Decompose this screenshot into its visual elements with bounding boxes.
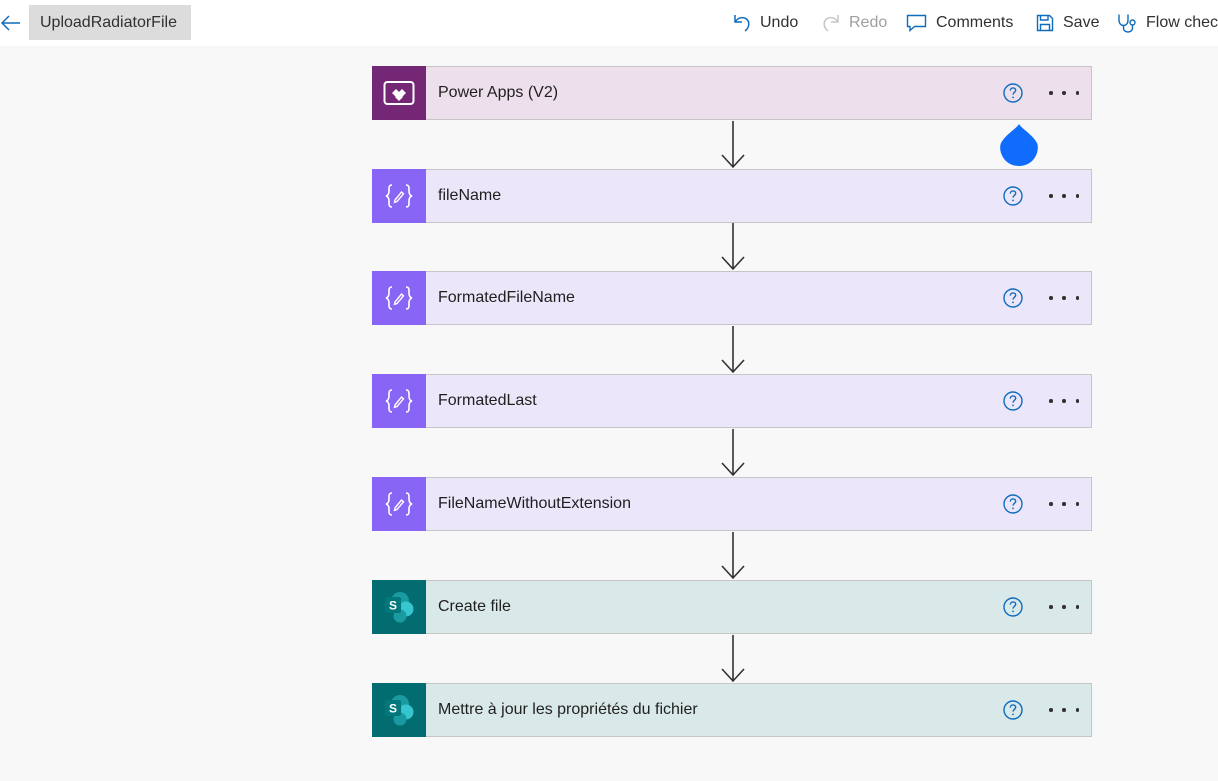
step-card-filenamewithoutextension[interactable]: FileNameWithoutExtension (372, 477, 1092, 531)
more-options-button[interactable] (1049, 390, 1079, 412)
stethoscope-icon (1118, 14, 1136, 33)
flow-checker-label: Flow checker (1146, 14, 1218, 31)
help-icon[interactable] (1002, 185, 1024, 207)
drag-drop-handle[interactable] (999, 122, 1039, 168)
flow-name-field[interactable]: UploadRadiatorFile (29, 5, 191, 40)
redo-button[interactable]: Redo (822, 11, 887, 35)
step-title: FileNameWithoutExtension (438, 495, 631, 512)
step-title: fileName (438, 187, 502, 204)
save-label: Save (1063, 14, 1100, 31)
variable-icon (372, 374, 426, 428)
command-bar: UploadRadiatorFile Undo Redo Comments Sa… (0, 0, 1218, 46)
sharepoint-icon: S (372, 580, 426, 634)
undo-icon (734, 15, 750, 32)
step-card-formatedlast[interactable]: FormatedLast (372, 374, 1092, 428)
connector-arrow (721, 121, 745, 169)
more-options-button[interactable] (1049, 699, 1079, 721)
step-title: Power Apps (V2) (438, 84, 559, 101)
comments-label: Comments (936, 14, 1014, 31)
step-card-filename[interactable]: fileName (372, 169, 1092, 223)
back-button[interactable] (0, 11, 22, 35)
help-icon[interactable] (1002, 390, 1024, 412)
variable-icon (372, 477, 426, 531)
more-options-button[interactable] (1049, 185, 1079, 207)
help-icon[interactable] (1002, 699, 1024, 721)
svg-text:S: S (389, 702, 397, 716)
undo-button[interactable]: Undo (733, 11, 798, 35)
help-icon[interactable] (1002, 82, 1024, 104)
step-card-power-apps[interactable]: Power Apps (V2) (372, 66, 1092, 120)
more-options-button[interactable] (1049, 82, 1079, 104)
step-card-update-file-properties[interactable]: S Mettre à jour les propriétés du fichie… (372, 683, 1092, 737)
more-options-button[interactable] (1049, 596, 1079, 618)
flow-checker-button[interactable]: Flow checker (1117, 11, 1218, 35)
svg-text:S: S (389, 599, 397, 613)
help-icon[interactable] (1002, 287, 1024, 309)
connector-arrow (721, 532, 745, 580)
step-card-formatedfilename[interactable]: FormatedFileName (372, 271, 1092, 325)
connector-arrow (721, 635, 745, 683)
more-options-button[interactable] (1049, 287, 1079, 309)
variable-icon (372, 271, 426, 325)
undo-label: Undo (760, 14, 799, 31)
step-title: FormatedFileName (438, 289, 575, 306)
more-options-button[interactable] (1049, 493, 1079, 515)
help-icon[interactable] (1002, 596, 1024, 618)
step-title: Create file (438, 598, 511, 615)
redo-label: Redo (849, 14, 888, 31)
help-icon[interactable] (1002, 493, 1024, 515)
comments-button[interactable]: Comments (906, 11, 1013, 35)
comment-icon (906, 14, 927, 32)
save-button[interactable]: Save (1036, 11, 1099, 35)
back-arrow-icon (1, 15, 20, 31)
step-title: Mettre à jour les propriétés du fichier (438, 701, 698, 718)
connector-arrow (721, 429, 745, 477)
variable-icon (372, 169, 426, 223)
redo-icon (823, 15, 839, 32)
connector-arrow (721, 223, 745, 271)
save-icon (1036, 14, 1054, 32)
connector-arrow (721, 326, 745, 374)
step-title: FormatedLast (438, 392, 537, 409)
powerapps-icon (372, 66, 426, 120)
step-card-create-file[interactable]: S Create file (372, 580, 1092, 634)
sharepoint-icon: S (372, 683, 426, 737)
